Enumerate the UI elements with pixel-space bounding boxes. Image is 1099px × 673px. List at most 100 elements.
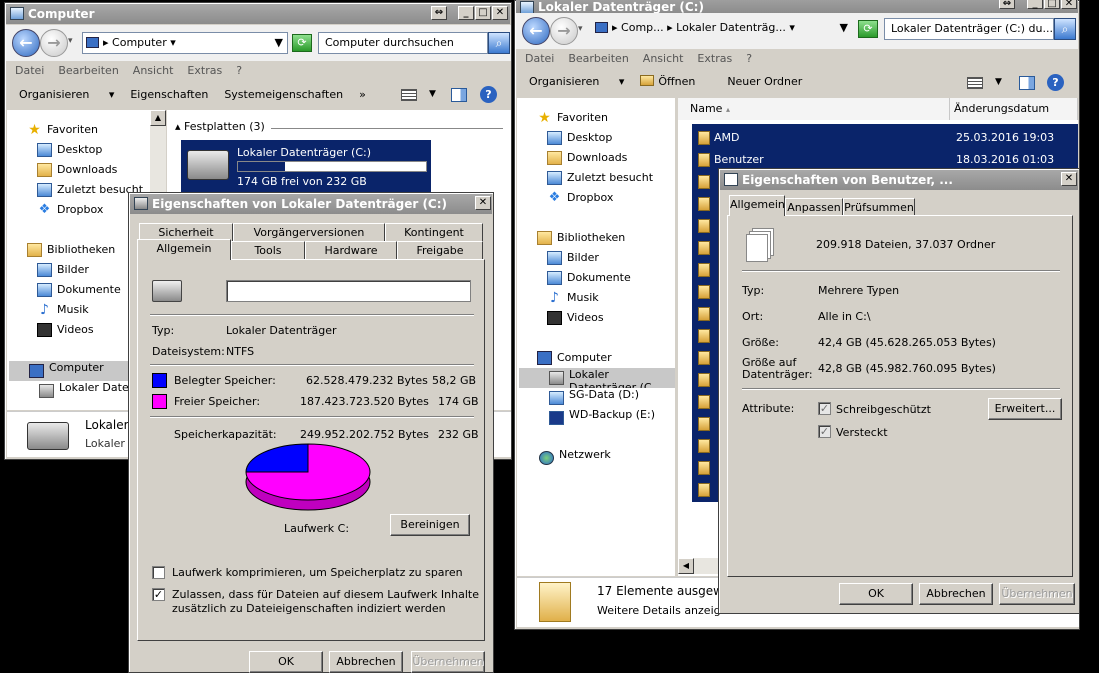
menu-ansicht[interactable]: Ansicht: [643, 52, 684, 65]
nav-videos[interactable]: Videos: [535, 308, 691, 328]
search-icon[interactable]: ⌕: [488, 32, 510, 54]
menu-datei[interactable]: Datei: [15, 64, 44, 77]
nav-downloads[interactable]: Downloads: [535, 148, 691, 168]
file-row-amd[interactable]: AMD 25.03.2016 19:03: [692, 127, 1078, 149]
restore-icon[interactable]: ⇔: [999, 0, 1015, 9]
nav-downloads[interactable]: Downloads: [25, 160, 165, 180]
help-icon[interactable]: ?: [480, 86, 497, 103]
ok-button[interactable]: OK: [249, 651, 323, 673]
menu-ansicht[interactable]: Ansicht: [133, 64, 174, 77]
drive-dialog-titlebar[interactable]: Eigenschaften von Lokaler Datenträger (C…: [130, 194, 492, 214]
maximize-button[interactable]: □: [1044, 0, 1060, 9]
cancel-button[interactable]: Abbrechen: [919, 583, 993, 605]
index-checkbox[interactable]: ✓: [152, 588, 165, 601]
nav-drive-d[interactable]: SG-Data (D:): [519, 388, 675, 408]
address-bar[interactable]: ▸ Computer ▾ ▼: [82, 32, 288, 54]
nav-libraries[interactable]: Bibliotheken: [535, 228, 691, 248]
readonly-label[interactable]: Schreibgeschützt: [836, 403, 931, 416]
readonly-checkbox[interactable]: ✓: [818, 402, 831, 415]
tab-allgemein[interactable]: Allgemein: [729, 195, 785, 216]
menu-extras[interactable]: Extras: [697, 52, 732, 65]
search-icon[interactable]: ⌕: [1054, 18, 1076, 40]
nav-network[interactable]: Netzwerk: [537, 448, 673, 468]
column-header-date[interactable]: Änderungsdatum: [950, 98, 1078, 120]
scroll-up-icon[interactable]: ▲: [150, 110, 166, 126]
nav-desktop[interactable]: Desktop: [25, 140, 165, 160]
forward-button[interactable]: →: [550, 17, 578, 45]
preview-pane-icon[interactable]: [1019, 76, 1035, 90]
search-input[interactable]: Lokaler Datenträger (C:) du...: [884, 18, 1054, 40]
recent-pages-chevron-icon[interactable]: ▾: [578, 24, 583, 34]
tab-kontingent[interactable]: Kontingent: [385, 223, 483, 241]
advanced-button[interactable]: Erweitert...: [988, 398, 1062, 420]
hidden-label[interactable]: Versteckt: [836, 426, 888, 439]
address-dropdown-icon[interactable]: ▼: [275, 33, 283, 53]
tab-vorgaengerversionen[interactable]: Vorgängerversionen: [233, 223, 385, 241]
tab-tools[interactable]: Tools: [231, 241, 305, 259]
ok-button[interactable]: OK: [839, 583, 913, 605]
compress-label[interactable]: Laufwerk komprimieren, um Speicherplatz …: [172, 566, 463, 579]
menu-extras[interactable]: Extras: [187, 64, 222, 77]
tab-freigabe[interactable]: Freigabe: [397, 241, 483, 259]
tab-hardware[interactable]: Hardware: [305, 241, 397, 259]
refresh-button[interactable]: ⟳: [292, 34, 312, 52]
menu-help[interactable]: ?: [746, 52, 752, 65]
nav-computer[interactable]: Computer: [535, 348, 691, 368]
open-button[interactable]: Öffnen: [640, 75, 711, 88]
tab-pruefsummen[interactable]: Prüfsummen: [843, 198, 915, 216]
cleanup-button[interactable]: Bereinigen: [390, 514, 470, 536]
column-header-name[interactable]: Name ▴: [678, 98, 950, 120]
nav-drive-c[interactable]: Lokaler Datenträger (C: [519, 368, 675, 388]
group-header-festplatten[interactable]: ▴ Festplatten (3): [175, 120, 265, 133]
drive-name-input[interactable]: [226, 280, 471, 302]
system-properties-button[interactable]: Systemeigenschaften: [224, 88, 343, 101]
apply-button[interactable]: Übernehmen: [411, 651, 485, 673]
menu-help[interactable]: ?: [236, 64, 242, 77]
drive-window-titlebar[interactable]: Lokaler Datenträger (C:): [516, 0, 1078, 13]
nav-dropbox[interactable]: ❖ Dropbox: [535, 188, 691, 208]
refresh-button[interactable]: ⟳: [858, 20, 878, 38]
apply-button[interactable]: Übernehmen: [999, 583, 1075, 605]
close-button[interactable]: ✕: [475, 196, 491, 210]
nav-favorites[interactable]: ★ Favoriten: [535, 108, 691, 128]
nav-favorites[interactable]: ★ Favoriten: [25, 120, 165, 140]
close-button[interactable]: ✕: [492, 6, 508, 20]
back-button[interactable]: ←: [12, 29, 40, 57]
organize-button[interactable]: Organisieren ▾: [19, 88, 114, 101]
cancel-button[interactable]: Abbrechen: [329, 651, 403, 673]
maximize-button[interactable]: □: [475, 6, 491, 20]
view-dropdown-icon[interactable]: ▼: [429, 89, 436, 99]
scroll-left-icon[interactable]: ◀: [678, 558, 694, 574]
menu-bearbeiten[interactable]: Bearbeiten: [58, 64, 118, 77]
crumb-local-drive[interactable]: Lokaler Datenträg...: [676, 21, 786, 34]
properties-button[interactable]: Eigenschaften: [130, 88, 208, 101]
nav-desktop[interactable]: Desktop: [535, 128, 691, 148]
close-button[interactable]: ✕: [1061, 0, 1077, 9]
back-button[interactable]: ←: [522, 17, 550, 45]
nav-drive-e[interactable]: WD-Backup (E:): [519, 408, 675, 428]
hidden-checkbox[interactable]: ✓: [818, 425, 831, 438]
view-options-icon[interactable]: [967, 77, 983, 89]
crumb-computer[interactable]: Comp...: [621, 21, 664, 34]
folder-dialog-titlebar[interactable]: Eigenschaften von Benutzer, ...: [720, 170, 1078, 190]
nav-recent[interactable]: Zuletzt besucht: [535, 168, 691, 188]
menu-bearbeiten[interactable]: Bearbeiten: [568, 52, 628, 65]
preview-pane-icon[interactable]: [451, 88, 467, 102]
nav-documents[interactable]: Dokumente: [535, 268, 691, 288]
new-folder-button[interactable]: Neuer Ordner: [727, 75, 802, 88]
minimize-button[interactable]: _: [1027, 0, 1043, 9]
folder-properties-dialog[interactable]: Eigenschaften von Benutzer, ... ✕ Allgem…: [718, 168, 1080, 614]
recent-pages-chevron-icon[interactable]: ▾: [68, 36, 73, 46]
tab-allgemein[interactable]: Allgemein: [137, 239, 231, 260]
address-dropdown-icon[interactable]: ▼: [840, 18, 848, 38]
nav-music[interactable]: ♪ Musik: [535, 288, 691, 308]
address-crumb-computer[interactable]: Computer: [112, 36, 167, 49]
index-label-line2[interactable]: zusätzlich zu Dateieigenschaften indizie…: [172, 602, 446, 615]
view-dropdown-icon[interactable]: ▼: [995, 77, 1002, 87]
drive-properties-dialog[interactable]: Eigenschaften von Lokaler Datenträger (C…: [128, 192, 494, 673]
organize-button[interactable]: Organisieren ▾: [529, 75, 624, 88]
view-options-icon[interactable]: [401, 89, 417, 101]
tab-anpassen[interactable]: Anpassen: [785, 198, 843, 216]
help-icon[interactable]: ?: [1047, 74, 1064, 91]
drive-tile-c[interactable]: Lokaler Datenträger (C:) 174 GB frei von…: [181, 140, 431, 192]
